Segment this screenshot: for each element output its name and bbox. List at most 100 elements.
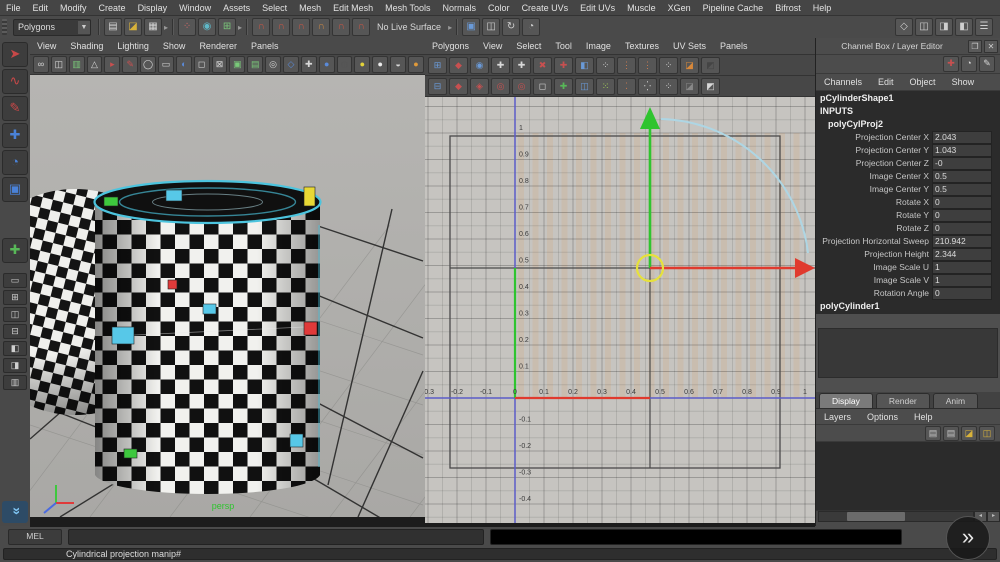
- channel-label[interactable]: Projection Center Z: [816, 157, 932, 170]
- viewport-lock-camera-icon[interactable]: ◫: [51, 56, 67, 73]
- uv-align-down-icon[interactable]: ⁛: [638, 78, 657, 95]
- channel-label[interactable]: Rotate Z: [816, 222, 932, 235]
- uv-flip-icon[interactable]: ◧: [575, 57, 594, 74]
- single-pane-layout-icon[interactable]: ▭: [3, 273, 27, 288]
- uv-cut-icon[interactable]: ✖: [533, 57, 552, 74]
- uv-editor-menu-item[interactable]: Polygons: [425, 41, 476, 51]
- group-collapse-icon[interactable]: ▸: [238, 23, 242, 32]
- menu-item[interactable]: Mesh: [293, 3, 327, 13]
- three-pane-right-layout-icon[interactable]: ◨: [3, 358, 27, 373]
- channel-label[interactable]: Rotate Y: [816, 209, 932, 222]
- layer-editor-tab[interactable]: Display: [819, 393, 873, 408]
- viewport-fill-light-icon[interactable]: ●: [372, 56, 388, 73]
- channel-label[interactable]: Projection Horizontal Sweep: [816, 235, 932, 248]
- viewport-bounding-box-icon[interactable]: ◻: [194, 56, 210, 73]
- viewport-ball-icon[interactable]: ●: [319, 56, 335, 73]
- menu-item[interactable]: File: [0, 3, 27, 13]
- input-node-name[interactable]: polyCylProj2: [816, 118, 1000, 131]
- layer-editor-tab[interactable]: Render: [876, 393, 930, 408]
- channel-label[interactable]: Image Center X: [816, 170, 932, 183]
- channel-label[interactable]: Image Center Y: [816, 183, 932, 196]
- new-empty-layer-icon[interactable]: ◪: [961, 426, 977, 441]
- uv-copy-icon[interactable]: ◫: [575, 78, 594, 95]
- file-save-icon[interactable]: ▦: [144, 18, 162, 36]
- uv-align-left-icon[interactable]: ⋮: [617, 57, 636, 74]
- uv-editor-menu-item[interactable]: Panels: [713, 41, 755, 51]
- input-connections-icon[interactable]: ▣: [462, 18, 480, 36]
- move-layer-up-icon[interactable]: ▤: [925, 426, 941, 441]
- menu-item[interactable]: Mesh Tools: [379, 3, 436, 13]
- viewport-textured-icon[interactable]: ▣: [229, 56, 245, 73]
- viewport-checker-ball-icon[interactable]: ◍: [337, 56, 353, 73]
- viewport-wire-on-shaded-icon[interactable]: ◎: [265, 56, 281, 73]
- uv-rotate-ccw-icon[interactable]: ⁘: [596, 57, 615, 74]
- menu-item[interactable]: Muscle: [621, 3, 662, 13]
- open-render-view-icon[interactable]: ◔: [522, 18, 540, 36]
- viewport-menu-item[interactable]: Panels: [244, 41, 286, 51]
- viewport-menu-item[interactable]: Renderer: [192, 41, 244, 51]
- channel-box-menu-item[interactable]: Edit: [870, 77, 902, 87]
- menu-item[interactable]: Normals: [437, 3, 483, 13]
- select-by-hierarchy-icon[interactable]: ⁘: [178, 18, 196, 36]
- viewport-default-material-icon[interactable]: ◇: [283, 56, 299, 73]
- command-output-field[interactable]: [490, 529, 902, 545]
- channel-value-field[interactable]: 210.942: [932, 235, 992, 248]
- uv-move-icon[interactable]: ⊞: [428, 57, 447, 74]
- lasso-tool-icon[interactable]: ∿: [2, 69, 28, 94]
- uv-translate-icon[interactable]: ✚: [491, 57, 510, 74]
- play-overlay-icon[interactable]: »: [946, 516, 990, 560]
- menu-item[interactable]: Modify: [54, 3, 93, 13]
- channel-value-field[interactable]: 1: [932, 274, 992, 287]
- uv-checker-icon[interactable]: ◩: [701, 57, 720, 74]
- uv-select-face-icon[interactable]: ◈: [470, 78, 489, 95]
- viewport-isolate-select-icon[interactable]: ◒: [390, 56, 406, 73]
- manip-up-arrow-head[interactable]: [640, 107, 660, 129]
- menu-set-dropdown[interactable]: Polygons ▼: [13, 19, 91, 36]
- menu-item[interactable]: Edit Mesh: [327, 3, 379, 13]
- uv-editor-menu-item[interactable]: Tool: [548, 41, 579, 51]
- channel-value-field[interactable]: 0: [932, 196, 992, 209]
- uv-tile-icon[interactable]: ⁘: [659, 78, 678, 95]
- channel-value-field[interactable]: 2.043: [932, 131, 992, 144]
- viewport-menu-item[interactable]: Lighting: [110, 41, 156, 51]
- channel-label[interactable]: Image Scale V: [816, 274, 932, 287]
- layer-editor-menu-item[interactable]: Layers: [816, 412, 859, 422]
- move-layer-down-icon[interactable]: ▤: [943, 426, 959, 441]
- uv-editor-menu-item[interactable]: View: [476, 41, 509, 51]
- two-pane-side-layout-icon[interactable]: ◫: [3, 307, 27, 322]
- viewport-paint-icon[interactable]: ✎: [122, 56, 138, 73]
- uv-align-right-icon[interactable]: ⋮: [638, 57, 657, 74]
- uv-editor-menu-item[interactable]: UV Sets: [666, 41, 713, 51]
- group-collapse-icon[interactable]: ▸: [448, 23, 452, 32]
- uv-smudge-icon[interactable]: ◉: [470, 57, 489, 74]
- command-input-field[interactable]: [68, 529, 484, 545]
- sidebar-attribute-editor-icon[interactable]: ◨: [935, 18, 953, 36]
- channel-value-field[interactable]: 0.5: [932, 183, 992, 196]
- menu-item[interactable]: XGen: [662, 3, 697, 13]
- channel-value-field[interactable]: -0: [932, 157, 992, 170]
- group-collapse-icon[interactable]: ▸: [164, 23, 168, 32]
- channel-value-field[interactable]: 0: [932, 287, 992, 300]
- make-live-icon[interactable]: ∩: [352, 18, 370, 36]
- uv-editor-menu-item[interactable]: Image: [579, 41, 618, 51]
- viewport-key-light-icon[interactable]: ●: [354, 56, 370, 73]
- snap-to-projected-center-icon[interactable]: ∩: [312, 18, 330, 36]
- manipulator-axis-icon[interactable]: ✚: [943, 56, 959, 72]
- copy-paste-icon[interactable]: ◫: [915, 18, 933, 36]
- channel-value-field[interactable]: 1: [932, 261, 992, 274]
- menu-item[interactable]: Pipeline Cache: [697, 3, 770, 13]
- rotate-tool-icon[interactable]: ◔: [2, 150, 28, 175]
- uv-grid-icon[interactable]: ⁘: [659, 57, 678, 74]
- channel-value-field[interactable]: 2.344: [932, 248, 992, 261]
- output-connections-icon[interactable]: ◫: [482, 18, 500, 36]
- scrollbar-track[interactable]: [818, 511, 974, 522]
- scrollbar-thumb[interactable]: [847, 512, 906, 521]
- menu-item[interactable]: Edit: [27, 3, 55, 13]
- uv-snapshot-icon[interactable]: ◪: [680, 57, 699, 74]
- history-node-name[interactable]: polyCylinder1: [816, 300, 1000, 313]
- float-window-icon[interactable]: ❐: [968, 40, 982, 53]
- select-by-object-icon[interactable]: ◉: [198, 18, 216, 36]
- channel-label[interactable]: Projection Height: [816, 248, 932, 261]
- construction-history-icon[interactable]: ↻: [502, 18, 520, 36]
- command-language-toggle[interactable]: MEL: [8, 529, 62, 545]
